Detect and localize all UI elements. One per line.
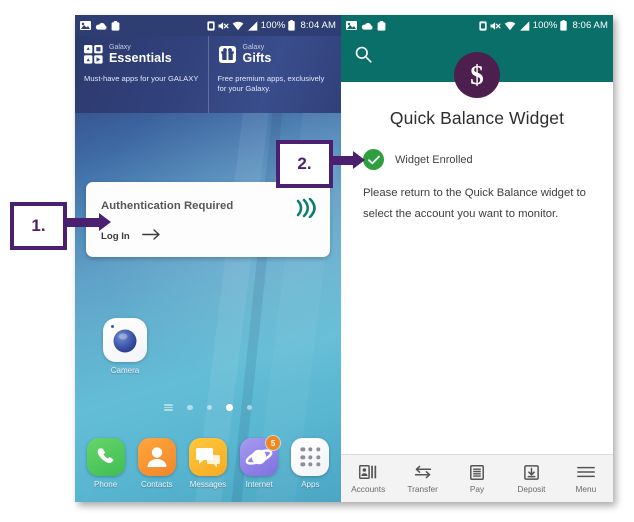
page-dot[interactable] <box>246 404 252 411</box>
dock-app-contacts[interactable]: Contacts <box>134 438 180 489</box>
dock-app-phone[interactable]: Phone <box>83 438 129 489</box>
page-title: Quick Balance Widget <box>389 108 565 128</box>
right-phone-screen: 100% 8:06 AM $ Quick Balance Widget Widg… <box>341 15 613 502</box>
cloud-icon <box>95 22 107 30</box>
dock-app-apps[interactable]: Apps <box>287 438 333 489</box>
transfer-arrows-icon <box>395 464 449 481</box>
mute-icon <box>218 21 229 31</box>
sim-card-icon <box>207 20 215 31</box>
image-icon <box>346 21 357 30</box>
nav-label-deposit: Deposit <box>517 483 546 494</box>
dock-app-internet[interactable]: 5 Internet <box>236 435 282 489</box>
nav-item-menu[interactable]: Menu <box>559 464 613 494</box>
hamburger-menu-icon <box>559 464 613 481</box>
mute-icon <box>490 21 501 31</box>
instruction-text: Please return to the Quick Balance widge… <box>363 187 586 220</box>
nav-item-accounts[interactable]: Accounts <box>341 464 395 494</box>
home-pages-icon[interactable] <box>164 404 173 411</box>
speech-bubble-icon <box>188 438 227 476</box>
nav-label-menu: Menu <box>575 483 597 494</box>
nav-label-pay: Pay <box>469 483 485 494</box>
callout-step-1: 1. <box>10 202 67 250</box>
nav-label-accounts: Accounts <box>351 483 386 494</box>
image-icon <box>80 21 91 30</box>
internet-badge-count: 5 <box>265 435 282 451</box>
sim-card-icon <box>479 20 487 31</box>
contactless-nfc-icon <box>295 197 321 219</box>
dock-label-phone: Phone <box>94 480 118 489</box>
pay-list-icon <box>450 464 504 481</box>
accounts-card-icon <box>341 464 395 481</box>
nav-item-deposit[interactable]: Deposit <box>504 464 558 494</box>
clipboard-icon <box>111 20 120 31</box>
clock-label: 8:06 AM <box>572 20 608 31</box>
battery-icon <box>560 20 568 31</box>
nav-item-transfer[interactable]: Transfer <box>395 464 449 494</box>
callout-step-2: 2. <box>276 140 333 188</box>
cloud-icon <box>361 22 373 30</box>
galaxy-gifts-description: Free premium apps, exclusively for your … <box>217 73 325 93</box>
arrow-right-icon <box>141 227 161 245</box>
camera-icon <box>103 318 147 362</box>
battery-icon <box>288 20 296 31</box>
battery-percent-label: 100% <box>532 20 558 31</box>
dock-label-messages: Messages <box>189 480 227 489</box>
status-text: Widget Enrolled <box>395 153 473 166</box>
nav-label-transfer: Transfer <box>407 483 438 494</box>
left-phone-screen: 100% 8:04 AM Galaxy Essentials Must-have… <box>75 15 341 502</box>
status-badge: Widget Enrolled <box>363 149 473 170</box>
galaxy-essentials-title: Essentials <box>109 51 172 65</box>
right-status-bar: 100% 8:06 AM <box>341 15 613 36</box>
auth-card-title: Authentication Required <box>101 200 234 212</box>
dock-label-apps: Apps <box>301 480 320 489</box>
galaxy-gifts-panel[interactable]: Galaxy Gifts Free premium apps, exclusiv… <box>207 36 342 113</box>
wifi-icon <box>504 21 516 31</box>
authentication-required-card[interactable]: Authentication Required Log In <box>86 182 330 257</box>
home-dock: Phone Contacts Messages 5 Internet Apps <box>75 435 341 489</box>
battery-percent-label: 100% <box>260 20 286 31</box>
phone-icon <box>86 438 125 476</box>
signal-icon <box>247 20 258 31</box>
dock-label-contacts: Contacts <box>140 480 173 489</box>
dock-app-messages[interactable]: Messages <box>185 438 231 489</box>
screenshot-stage: 100% 8:04 AM Galaxy Essentials Must-have… <box>0 0 634 522</box>
app-label-camera: Camera <box>110 366 140 375</box>
check-circle-icon <box>363 149 384 170</box>
galaxy-gifts-title: Gifts <box>242 51 272 65</box>
clipboard-icon <box>377 20 386 31</box>
log-in-label: Log In <box>101 230 130 242</box>
page-dot[interactable] <box>206 404 212 411</box>
galaxy-essentials-description: Must-have apps for your GALAXY <box>84 73 199 83</box>
clock-label: 8:04 AM <box>300 20 336 31</box>
signal-icon <box>519 20 530 31</box>
galaxy-gifts-brand: Galaxy <box>242 44 265 51</box>
page-dot-active[interactable] <box>226 404 233 411</box>
wifi-icon <box>232 21 244 31</box>
galaxy-essentials-icon <box>84 45 103 64</box>
galaxy-promo-widget[interactable]: Galaxy Essentials Must-have apps for you… <box>75 36 341 113</box>
contact-person-icon <box>137 438 176 476</box>
app-icon-camera[interactable]: Camera <box>97 318 153 375</box>
galaxy-essentials-panel[interactable]: Galaxy Essentials Must-have apps for you… <box>75 36 208 113</box>
phone-screenshots-group: 100% 8:04 AM Galaxy Essentials Must-have… <box>75 15 613 502</box>
nav-item-pay[interactable]: Pay <box>450 464 504 494</box>
apps-grid-icon <box>291 438 330 476</box>
page-indicator[interactable] <box>75 404 341 411</box>
bottom-navigation-bar: Accounts Transfer Pay Deposit Menu <box>341 454 613 502</box>
dollar-avatar: $ <box>454 52 500 98</box>
search-icon[interactable] <box>355 46 372 68</box>
page-dot[interactable] <box>187 404 193 411</box>
galaxy-gifts-icon <box>218 45 237 64</box>
dock-label-internet: Internet <box>245 480 273 489</box>
galaxy-essentials-brand: Galaxy <box>109 44 131 51</box>
deposit-download-icon <box>504 464 558 481</box>
left-status-bar: 100% 8:04 AM <box>75 15 341 36</box>
